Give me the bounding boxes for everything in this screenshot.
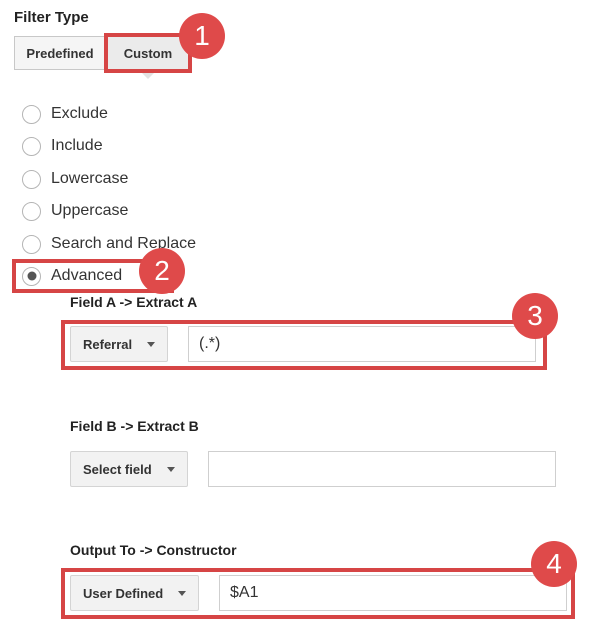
predefined-tab[interactable]: Predefined [14,36,106,70]
radio-label: Uppercase [51,202,129,219]
radio-label: Exclude [51,105,108,122]
annotation-badge-2: 2 [139,248,185,294]
filter-type-title: Filter Type [14,9,89,26]
radio-button[interactable] [22,234,41,254]
radio-option-lowercase[interactable]: Lowercase [22,168,128,190]
radio-label: Lowercase [51,170,129,187]
output-to-label: Output To -> Constructor [70,542,237,558]
field-a-label: Field A -> Extract A [70,294,198,310]
extract-b-input[interactable] [208,451,556,487]
radio-option-exclude[interactable]: Exclude [22,103,108,125]
chevron-down-icon [167,466,175,472]
radio-option-uppercase[interactable]: Uppercase [22,200,128,222]
field-b-label: Field B -> Extract B [70,418,199,434]
radio-button[interactable] [22,136,41,156]
radio-button[interactable] [22,201,41,221]
field-b-select[interactable]: Select field [70,451,188,487]
radio-button[interactable] [22,169,41,189]
radio-button[interactable] [22,104,41,124]
field-a-highlight [61,320,547,370]
output-highlight [61,568,575,619]
radio-label: Include [51,137,103,154]
field-b-select-value: Select field [83,461,152,477]
radio-option-include[interactable]: Include [22,135,103,157]
annotation-badge-3: 3 [512,293,558,339]
annotation-badge-4: 4 [531,541,577,587]
radio-label: Search and Replace [51,235,196,252]
annotation-badge-1: 1 [179,13,225,59]
